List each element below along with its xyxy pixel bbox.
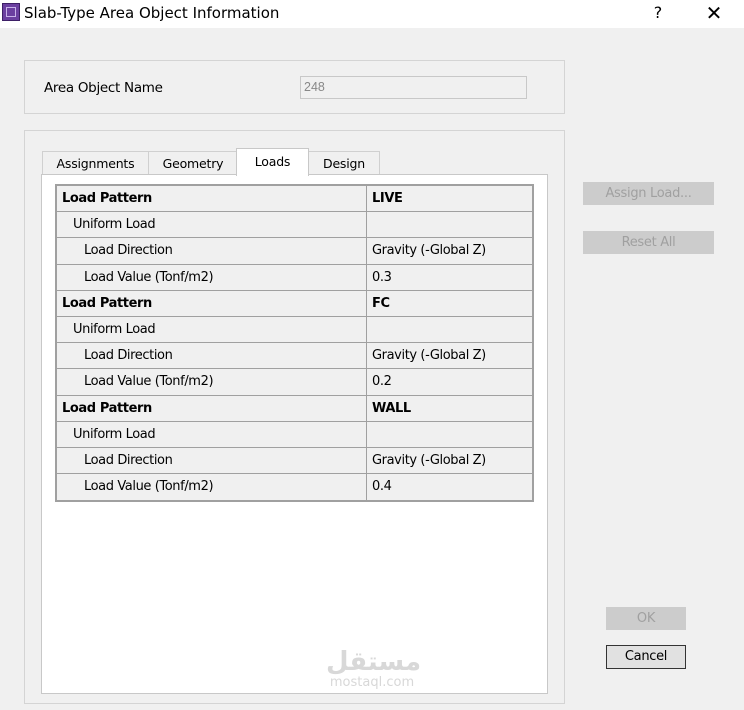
watermark-logo: مستقل mostaql.com — [326, 647, 422, 690]
row-value-cell[interactable]: 0.3 — [367, 265, 532, 290]
tab-assignments[interactable]: Assignments — [42, 151, 149, 175]
row-value-cell[interactable]: FC — [367, 291, 532, 316]
row-name-cell: Uniform Load — [57, 421, 367, 447]
table-row[interactable]: Load Direction Gravity (-Global Z) — [57, 447, 532, 475]
table-row[interactable]: Load Direction Gravity (-Global Z) — [57, 343, 532, 370]
row-name-cell: Load Pattern — [57, 186, 367, 212]
row-value-cell[interactable] — [367, 422, 532, 447]
close-icon[interactable]: ✕ — [700, 1, 728, 25]
row-value-cell[interactable]: WALL — [367, 396, 532, 421]
tab-design[interactable]: Design — [308, 151, 380, 175]
title-bar: Slab-Type Area Object Information ? ✕ — [0, 0, 744, 28]
row-value-cell[interactable] — [367, 317, 532, 342]
row-value-cell[interactable]: Gravity (-Global Z) — [367, 448, 532, 473]
row-value-cell[interactable]: Gravity (-Global Z) — [367, 343, 532, 368]
row-name-cell: Load Pattern — [57, 290, 367, 316]
table-row[interactable]: Load Value (Tonf/m2) 0.4 — [57, 474, 532, 501]
table-row[interactable]: Uniform Load — [57, 421, 532, 448]
row-value-cell[interactable]: Gravity (-Global Z) — [367, 238, 532, 263]
row-name-cell: Uniform Load — [57, 316, 367, 343]
row-name-cell: Load Direction — [57, 238, 367, 264]
watermark-latin-text: mostaql.com — [329, 675, 415, 690]
table-row[interactable]: Load Pattern WALL — [57, 395, 532, 422]
loads-table[interactable]: Load Pattern LIVE Uniform Load Load Directi… — [55, 184, 534, 503]
table-row[interactable]: Load Value (Tonf/m2) 0.3 — [57, 264, 532, 291]
table-row[interactable]: Load Direction Gravity (-Global Z) — [57, 238, 532, 265]
tab-loads[interactable]: Loads — [236, 148, 309, 176]
row-value-cell[interactable] — [367, 212, 532, 237]
reset-all-button[interactable]: Reset All — [583, 231, 714, 254]
row-name-cell: Uniform Load — [57, 212, 367, 238]
area-object-name-field: 248 — [300, 76, 527, 99]
ok-button[interactable]: OK — [606, 607, 686, 630]
table-row[interactable]: Uniform Load — [57, 212, 532, 239]
row-value-cell[interactable]: LIVE — [367, 186, 532, 211]
row-name-cell: Load Direction — [57, 343, 367, 369]
row-name-cell: Load Value (Tonf/m2) — [57, 369, 367, 395]
assign-load-button[interactable]: Assign Load... — [583, 182, 714, 205]
row-name-cell: Load Value (Tonf/m2) — [57, 264, 367, 290]
cancel-button[interactable]: Cancel — [606, 645, 686, 669]
table-row[interactable]: Load Pattern FC — [57, 290, 532, 317]
help-button[interactable]: ? — [644, 2, 672, 24]
table-row[interactable]: Load Value (Tonf/m2) 0.2 — [57, 369, 532, 396]
row-name-cell: Load Pattern — [57, 395, 367, 421]
table-row[interactable]: Uniform Load — [57, 316, 532, 344]
area-object-name-label: Area Object Name — [44, 80, 163, 96]
tab-geometry[interactable]: Geometry — [148, 151, 238, 175]
app-icon — [2, 3, 20, 21]
watermark-arabic-text: مستقل — [326, 647, 422, 677]
row-name-cell: Load Direction — [57, 447, 367, 474]
row-name-cell: Load Value (Tonf/m2) — [57, 474, 367, 501]
window-title: Slab-Type Area Object Information — [24, 4, 280, 22]
row-value-cell[interactable]: 0.4 — [367, 474, 532, 500]
row-value-cell[interactable]: 0.2 — [367, 369, 532, 394]
table-row[interactable]: Load Pattern LIVE — [57, 186, 532, 213]
